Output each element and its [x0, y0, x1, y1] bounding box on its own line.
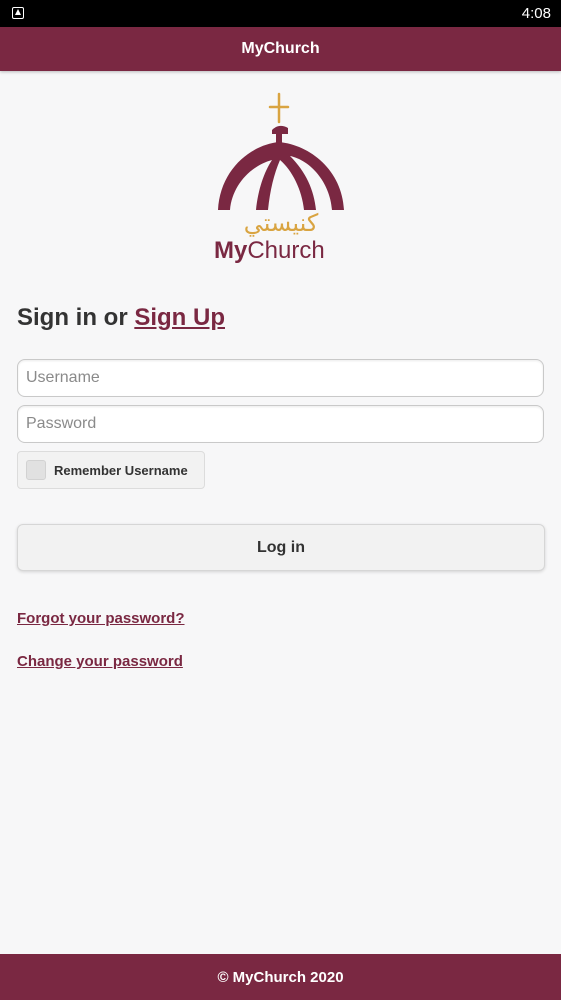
remember-checkbox[interactable] [26, 460, 46, 480]
logo-arabic-text: كنيستي [244, 209, 319, 237]
header-title: MyChurch [241, 40, 320, 57]
signup-link[interactable]: Sign Up [134, 304, 225, 331]
signin-heading: Sign in or Sign Up [17, 304, 225, 332]
change-password-link[interactable]: Change your password [17, 653, 183, 670]
app-header: MyChurch [0, 27, 561, 71]
login-button[interactable]: Log in [17, 524, 545, 571]
remember-username-toggle[interactable]: Remember Username [17, 451, 205, 489]
logo-wordmark: MyChurch [214, 237, 325, 264]
status-bar: 4:08 [0, 0, 561, 27]
cross-icon [268, 92, 290, 124]
footer-text: © MyChurch 2020 [217, 968, 344, 986]
mychurch-logo: كنيستي MyChurch [214, 92, 344, 264]
notification-icon [12, 7, 24, 19]
remember-label: Remember Username [54, 462, 188, 478]
forgot-password-link[interactable]: Forgot your password? [17, 610, 185, 627]
status-time: 4:08 [521, 5, 551, 22]
username-input[interactable] [17, 359, 544, 397]
signin-prefix: Sign in or [17, 304, 135, 331]
footer: © MyChurch 2020 [0, 954, 561, 1000]
password-input[interactable] [17, 405, 544, 443]
